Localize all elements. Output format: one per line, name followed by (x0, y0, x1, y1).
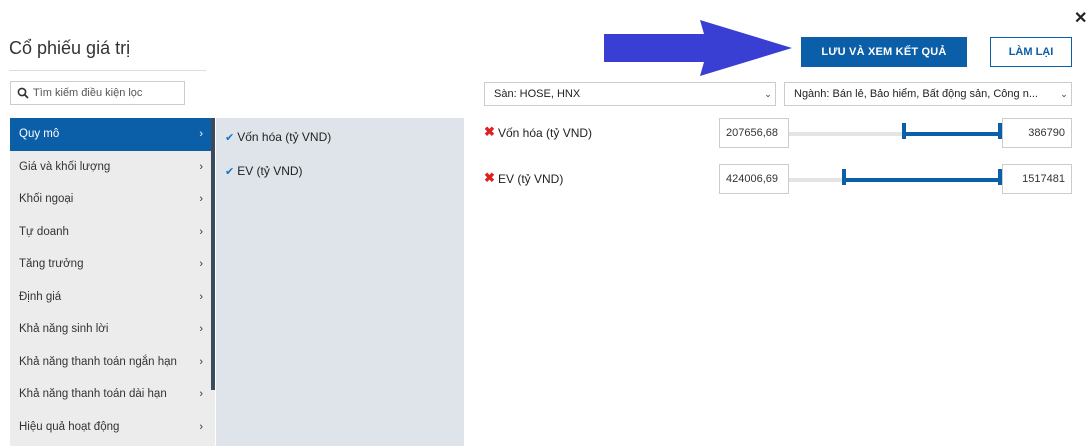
sidebar-item-kha-nang-thanh-toan-dai-han[interactable]: Khả năng thanh toán dài hạn › (10, 378, 215, 411)
criterion-max-input[interactable]: 386790 (1002, 118, 1072, 148)
sidebar-item-dinh-gia[interactable]: Định giá › (10, 281, 215, 314)
remove-criterion-icon[interactable]: ✖ (484, 170, 495, 186)
criterion-row-von-hoa: ✖ Vốn hóa (tỷ VND) 207656,68 386790 (484, 118, 1074, 148)
range-slider-track[interactable] (789, 169, 1002, 185)
sidebar-item-quy-mo[interactable]: Quy mô › (10, 118, 215, 151)
chevron-right-icon: › (199, 290, 203, 303)
range-slider-min-handle[interactable] (901, 123, 906, 139)
chevron-right-icon: › (199, 128, 203, 141)
criteria-option-label: Vốn hóa (tỷ VND) (237, 130, 332, 144)
check-icon: ✔ (225, 165, 235, 178)
search-icon (17, 87, 29, 99)
reset-button[interactable]: LÀM LẠI (990, 37, 1072, 67)
close-icon[interactable]: ✕ (1074, 8, 1087, 28)
sidebar-item-tu-doanh[interactable]: Tự doanh › (10, 216, 215, 249)
industry-select[interactable]: Ngành: Bán lẻ, Bảo hiểm, Bất động sản, C… (784, 82, 1072, 106)
chevron-right-icon: › (199, 225, 203, 238)
criterion-name: EV (tỷ VND) (498, 172, 564, 186)
sidebar-item-label: Giá và khối lượng (19, 160, 111, 173)
range-slider-selection (842, 170, 1002, 182)
arrow-annotation (604, 20, 792, 76)
title-divider (9, 70, 206, 71)
sidebar-item-khoi-ngoai[interactable]: Khối ngoại › (10, 183, 215, 216)
sidebar-item-gia-va-khoi-luong[interactable]: Giá và khối lượng › (10, 151, 215, 184)
industry-select-value: Ngành: Bán lẻ, Bảo hiểm, Bất động sản, C… (794, 88, 1038, 100)
sidebar-item-label: Khối ngoại (19, 193, 74, 206)
chevron-right-icon: › (199, 355, 203, 368)
range-slider-track[interactable] (789, 123, 1002, 139)
page-title: Cổ phiếu giá trị (9, 38, 131, 58)
chevron-down-icon: ⌄ (1060, 88, 1068, 99)
criteria-category-sidebar: Quy mô › Giá và khối lượng › Khối ngoại … (10, 118, 215, 446)
sidebar-item-label: Hiệu quả hoạt động (19, 420, 120, 433)
sidebar-item-label: Quy mô (19, 128, 60, 141)
criterion-max-input[interactable]: 1517481 (1002, 164, 1072, 194)
criteria-option-von-hoa[interactable]: ✔ Vốn hóa (tỷ VND) (216, 130, 331, 144)
sidebar-item-label: Khả năng sinh lời (19, 323, 109, 336)
criteria-subpanel: ✔ Vốn hóa (tỷ VND) ✔ EV (tỷ VND) (216, 118, 464, 446)
chevron-right-icon: › (199, 323, 203, 336)
chevron-right-icon: › (199, 258, 203, 271)
check-icon: ✔ (225, 131, 235, 144)
criterion-name: Vốn hóa (tỷ VND) (498, 126, 593, 140)
search-input[interactable] (33, 87, 183, 99)
sidebar-item-label: Tự doanh (19, 225, 69, 238)
sidebar-item-label: Định giá (19, 290, 62, 303)
chevron-right-icon: › (199, 160, 203, 173)
sidebar-scrollbar[interactable] (211, 118, 215, 390)
sidebar-item-label: Khả năng thanh toán ngắn hạn (19, 355, 177, 368)
range-slider-selection (901, 124, 1002, 136)
chevron-down-icon: ⌄ (764, 88, 772, 99)
chevron-right-icon: › (199, 193, 203, 206)
remove-criterion-icon[interactable]: ✖ (484, 124, 495, 140)
sidebar-item-label: Tăng trưởng (19, 258, 84, 271)
exchange-select[interactable]: Sàn: HOSE, HNX ⌄ (484, 82, 776, 106)
sidebar-item-kha-nang-sinh-loi[interactable]: Khả năng sinh lời › (10, 313, 215, 346)
chevron-right-icon: › (199, 388, 203, 401)
sidebar-item-tang-truong[interactable]: Tăng trưởng › (10, 248, 215, 281)
filter-search-box[interactable] (10, 81, 185, 105)
sidebar-item-hieu-qua-hoat-dong[interactable]: Hiệu quả hoạt động › (10, 411, 215, 444)
range-slider-min-handle[interactable] (842, 169, 847, 185)
criteria-option-label: EV (tỷ VND) (237, 164, 303, 178)
sidebar-item-kha-nang-thanh-toan-ngan-han[interactable]: Khả năng thanh toán ngắn hạn › (10, 346, 215, 379)
criterion-min-input[interactable]: 207656,68 (719, 118, 789, 148)
criteria-option-ev[interactable]: ✔ EV (tỷ VND) (216, 164, 303, 178)
criterion-row-ev: ✖ EV (tỷ VND) 424006,69 1517481 (484, 164, 1074, 194)
save-and-view-results-button[interactable]: LƯU VÀ XEM KẾT QUẢ (801, 37, 967, 67)
criterion-min-input[interactable]: 424006,69 (719, 164, 789, 194)
exchange-select-value: Sàn: HOSE, HNX (494, 88, 581, 100)
sidebar-item-label: Khả năng thanh toán dài hạn (19, 388, 167, 401)
chevron-right-icon: › (199, 420, 203, 433)
